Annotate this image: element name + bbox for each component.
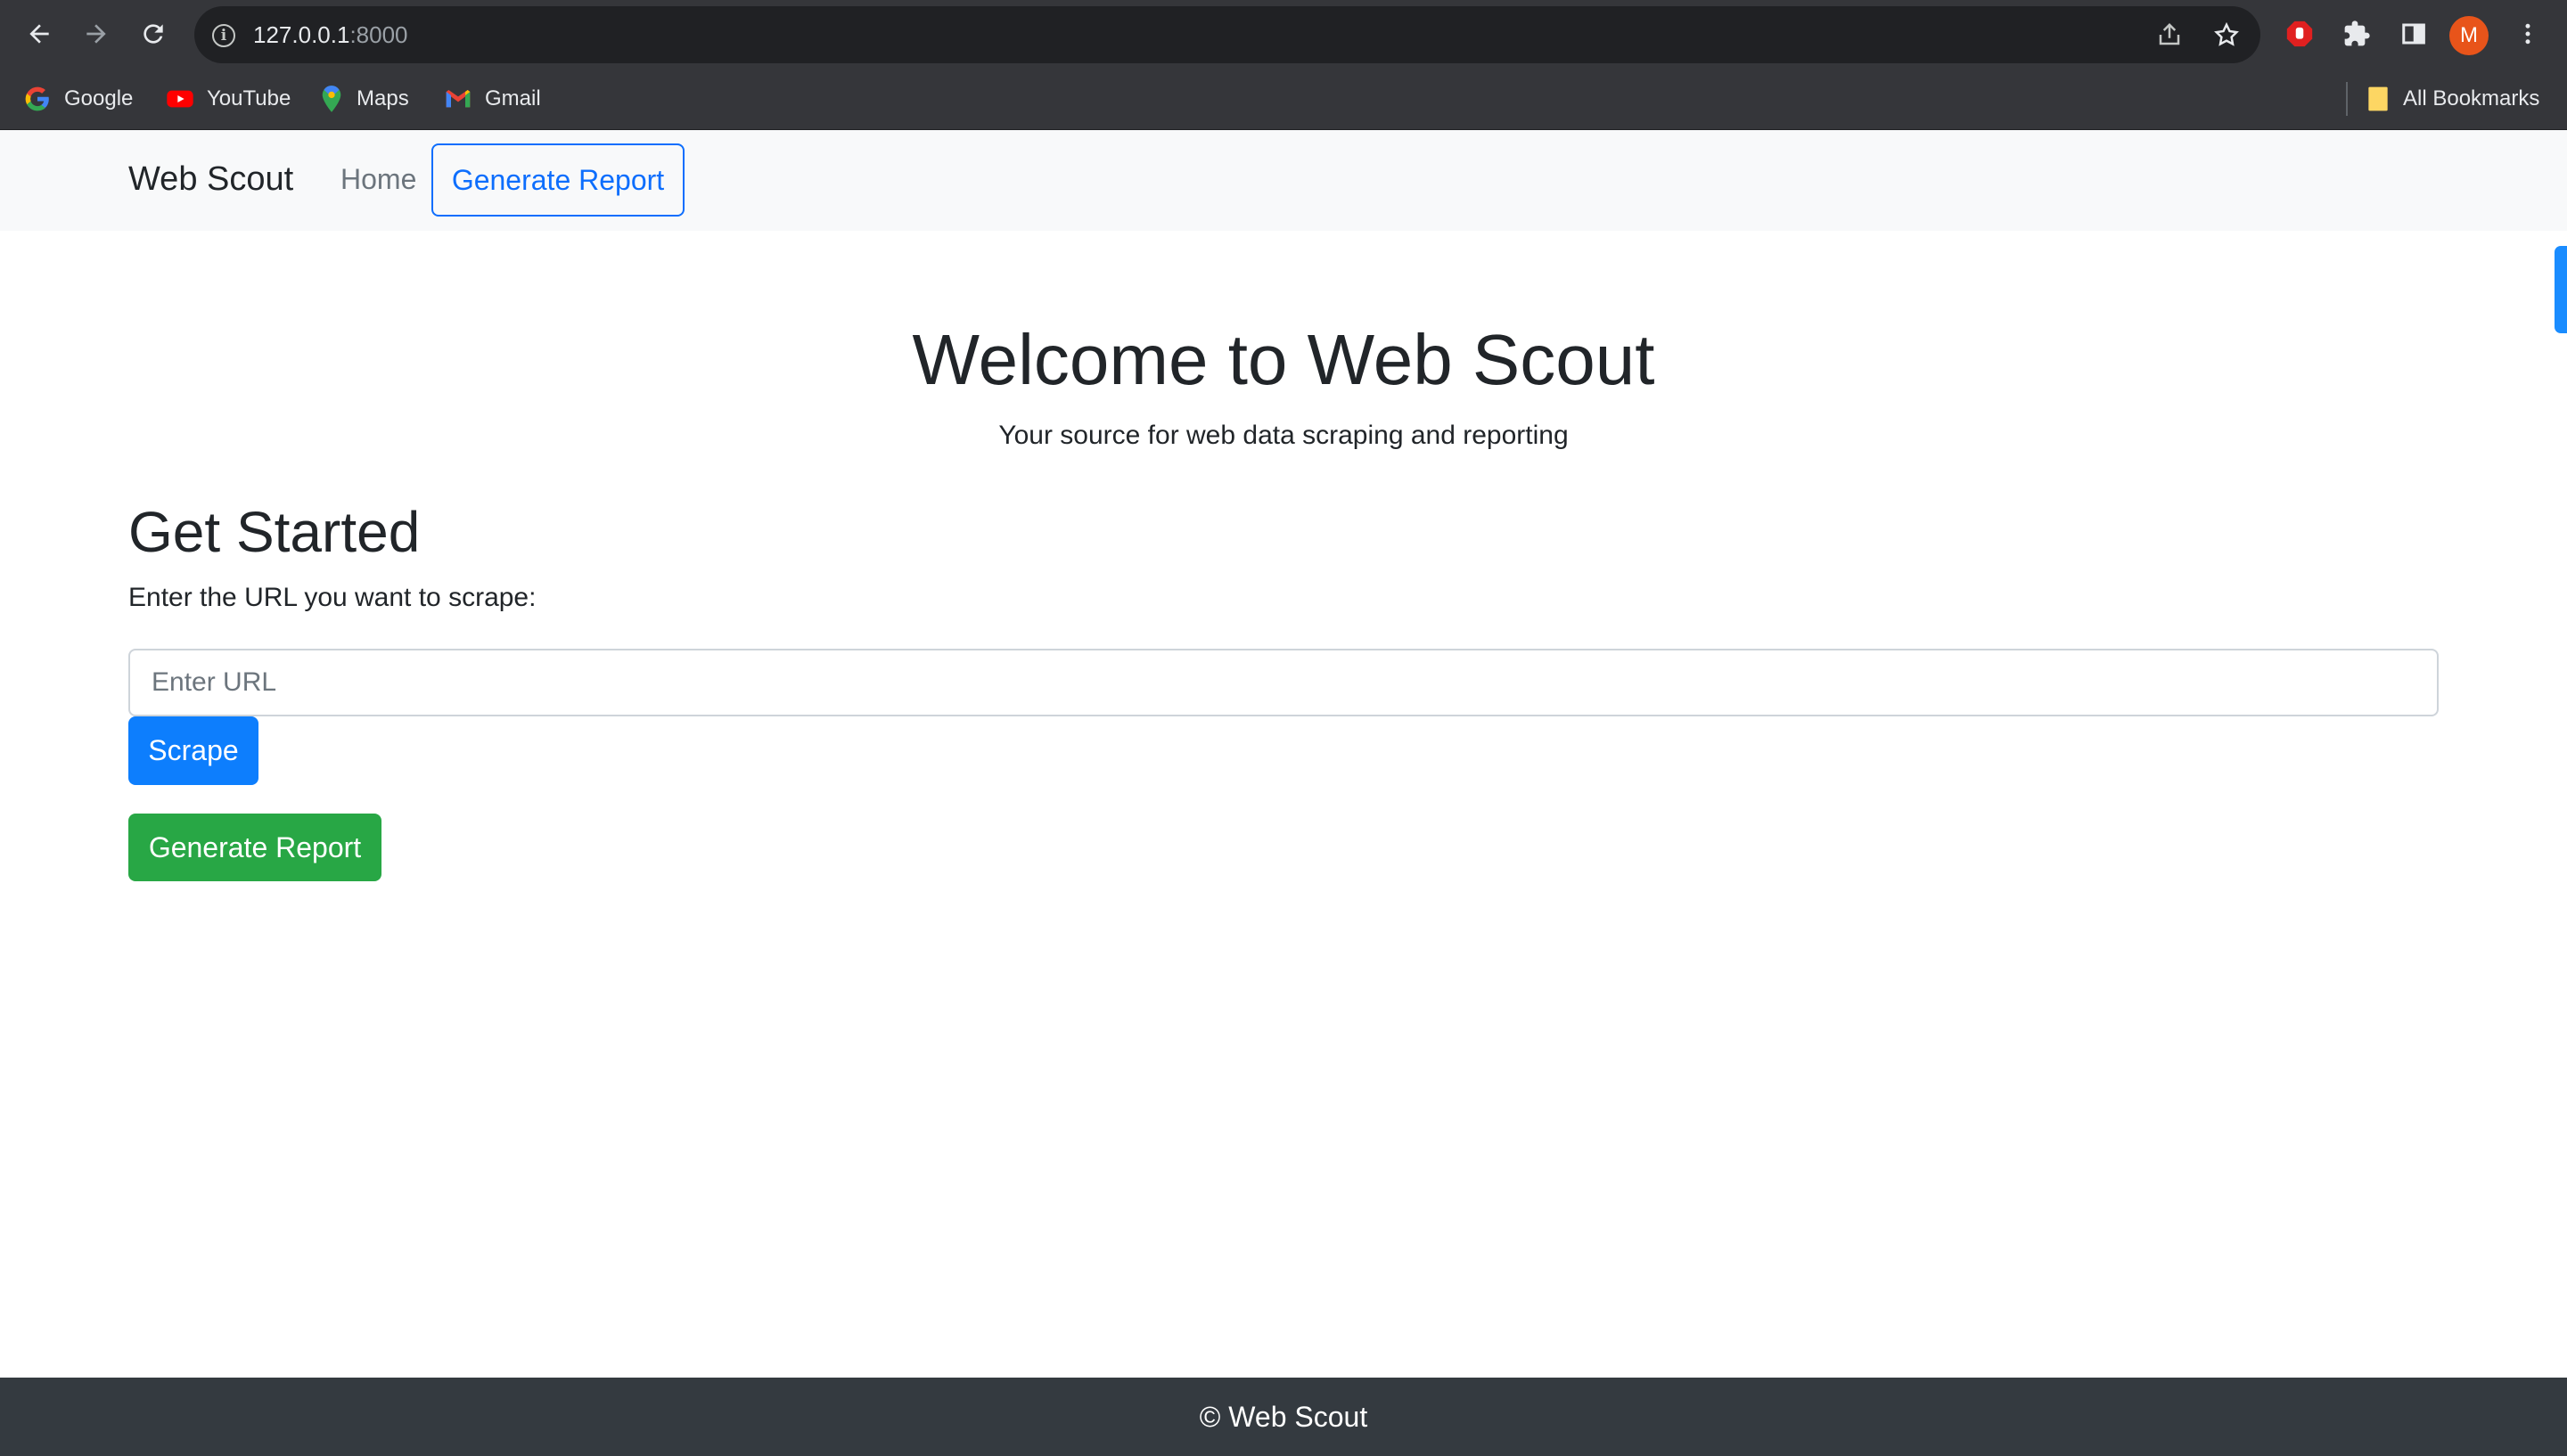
footer-copyright: © Web Scout bbox=[1199, 1400, 1368, 1433]
navbar-brand[interactable]: Web Scout bbox=[128, 160, 293, 199]
bookmark-gmail[interactable]: Gmail bbox=[444, 82, 541, 116]
reload-button[interactable] bbox=[132, 12, 175, 55]
bookmark-youtube[interactable]: YouTube bbox=[166, 82, 291, 116]
bookmark-google[interactable]: Google bbox=[23, 82, 133, 116]
maps-pin-icon bbox=[322, 86, 341, 112]
scrape-button[interactable]: Scrape bbox=[128, 716, 258, 785]
profile-avatar[interactable]: M bbox=[2449, 16, 2489, 55]
bookmark-label: All Bookmarks bbox=[2403, 86, 2540, 110]
extension-adblock-button[interactable] bbox=[2278, 12, 2321, 55]
back-button[interactable] bbox=[18, 12, 61, 55]
side-panel-button[interactable] bbox=[2392, 12, 2435, 55]
bookmark-label: YouTube bbox=[207, 86, 291, 110]
stop-hand-icon bbox=[2286, 20, 2313, 47]
bookmark-label: Gmail bbox=[485, 86, 541, 110]
page-title: Welcome to Web Scout bbox=[912, 320, 1655, 399]
google-icon bbox=[25, 86, 49, 111]
browser-toolbar: i 127.0.0.1:8000 M bbox=[0, 0, 2567, 68]
generate-report-button[interactable]: Generate Report bbox=[128, 814, 381, 881]
puzzle-icon bbox=[2344, 20, 2370, 46]
browser-menu-button[interactable] bbox=[2506, 12, 2549, 55]
gmail-icon bbox=[446, 90, 471, 108]
bookmark-label: Maps bbox=[357, 86, 409, 110]
more-vertical-icon bbox=[2525, 23, 2530, 45]
folder-icon bbox=[2368, 86, 2388, 111]
address-bar[interactable]: i 127.0.0.1:8000 bbox=[194, 6, 2260, 63]
address-url: 127.0.0.1:8000 bbox=[253, 21, 408, 48]
reload-icon bbox=[144, 24, 163, 44]
section-heading: Get Started bbox=[128, 500, 421, 564]
nav-link-home[interactable]: Home bbox=[340, 163, 416, 196]
url-label: Enter the URL you want to scrape: bbox=[128, 583, 537, 612]
bookmark-star-button[interactable] bbox=[2209, 17, 2244, 53]
back-arrow-icon bbox=[29, 24, 49, 44]
page-footer: © Web Scout bbox=[0, 1378, 2567, 1456]
bookmarks-separator bbox=[2346, 82, 2348, 116]
youtube-icon bbox=[167, 90, 193, 108]
forward-button[interactable] bbox=[75, 12, 118, 55]
page-subtitle: Your source for web data scraping and re… bbox=[998, 421, 1569, 450]
all-bookmarks-folder[interactable]: All Bookmarks bbox=[2366, 82, 2539, 116]
forward-arrow-icon bbox=[86, 24, 106, 44]
url-input[interactable] bbox=[128, 649, 2439, 716]
share-icon bbox=[2159, 22, 2180, 45]
nav-generate-report-button[interactable]: Generate Report bbox=[431, 143, 685, 217]
share-button[interactable] bbox=[2152, 17, 2187, 53]
side-tab-handle[interactable] bbox=[2555, 246, 2567, 333]
star-icon bbox=[2214, 21, 2239, 46]
site-navbar: Web Scout Home Generate Report bbox=[0, 130, 2567, 231]
bookmark-label: Google bbox=[64, 86, 134, 110]
extensions-button[interactable] bbox=[2335, 12, 2378, 55]
bookmark-maps[interactable]: Maps bbox=[319, 82, 409, 116]
site-info-icon[interactable]: i bbox=[212, 24, 235, 47]
side-panel-icon bbox=[2402, 23, 2425, 45]
bookmarks-bar: Google YouTube Maps Gmail All Bookmarks bbox=[0, 68, 2567, 130]
